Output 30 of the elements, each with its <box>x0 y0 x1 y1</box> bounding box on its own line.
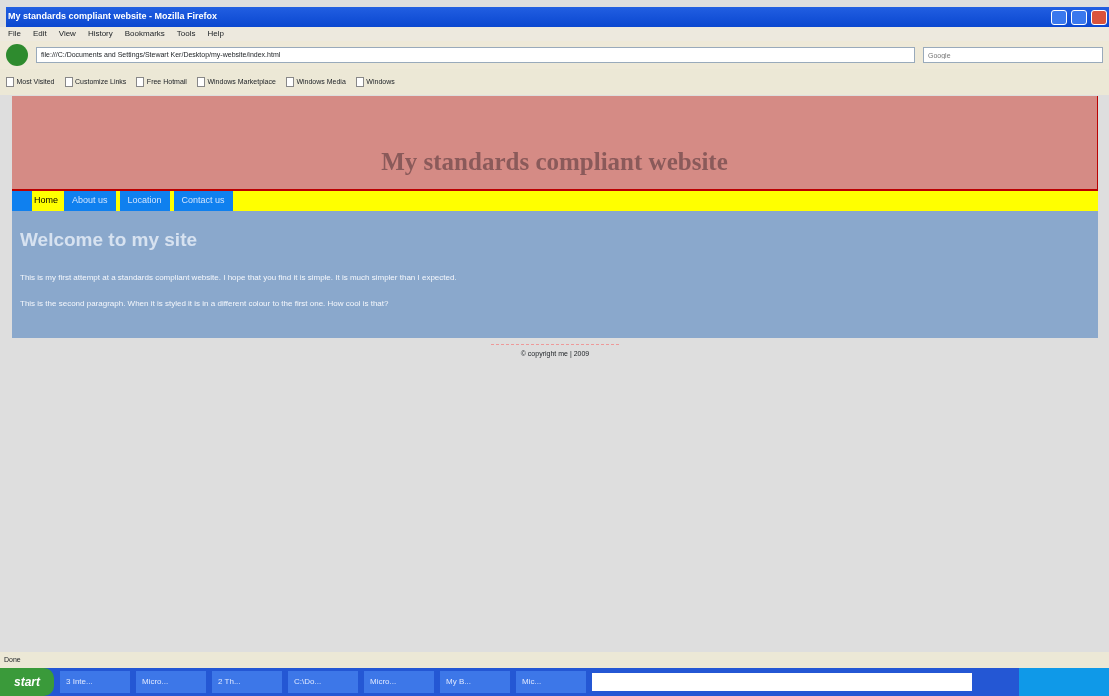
page-icon <box>285 77 294 87</box>
taskbar-button[interactable]: Micro... <box>364 671 434 693</box>
start-button[interactable]: start <box>0 668 54 696</box>
paragraph: This is the second paragraph. When it is styled it is in a different colour to the first one. How cool is that? <box>20 297 390 310</box>
menu-item[interactable]: Tools <box>176 28 196 40</box>
taskbar-button[interactable]: Micro... <box>136 671 206 693</box>
page-icon <box>6 77 14 87</box>
close-button[interactable] <box>1091 9 1107 25</box>
menu-item[interactable]: Edit <box>32 28 47 40</box>
menu-item[interactable]: History <box>87 28 113 40</box>
site-heading: My standards compliant website <box>381 147 728 177</box>
page-icon <box>136 77 145 87</box>
maximize-button[interactable] <box>1071 9 1087 25</box>
menu-item[interactable]: File <box>8 28 21 40</box>
page-icon <box>64 77 73 87</box>
taskbar-button[interactable]: C:\Do... <box>288 671 358 693</box>
window-title: My standards compliant website - Mozilla Firefox <box>8 10 219 24</box>
taskbar-button[interactable]: 3 Inte... <box>60 671 130 693</box>
taskbar-button[interactable]: Mic... <box>516 671 586 693</box>
menu-item[interactable]: Help <box>207 28 224 40</box>
page-icon <box>196 77 205 87</box>
taskbar-button[interactable]: 2 Th... <box>212 671 282 693</box>
taskbar-button[interactable]: My B... <box>440 671 510 693</box>
page-icon <box>355 77 364 87</box>
menu-item[interactable]: Bookmarks <box>124 28 165 40</box>
minimize-button[interactable] <box>1051 9 1067 25</box>
menu-item[interactable]: View <box>58 28 76 40</box>
page-title: Welcome to my site <box>20 229 199 252</box>
back-button[interactable] <box>6 44 28 66</box>
paragraph: This is my first attempt at a standards compliant website. I hope that you find it is simple. It is much simpler than I expected. <box>20 271 458 284</box>
